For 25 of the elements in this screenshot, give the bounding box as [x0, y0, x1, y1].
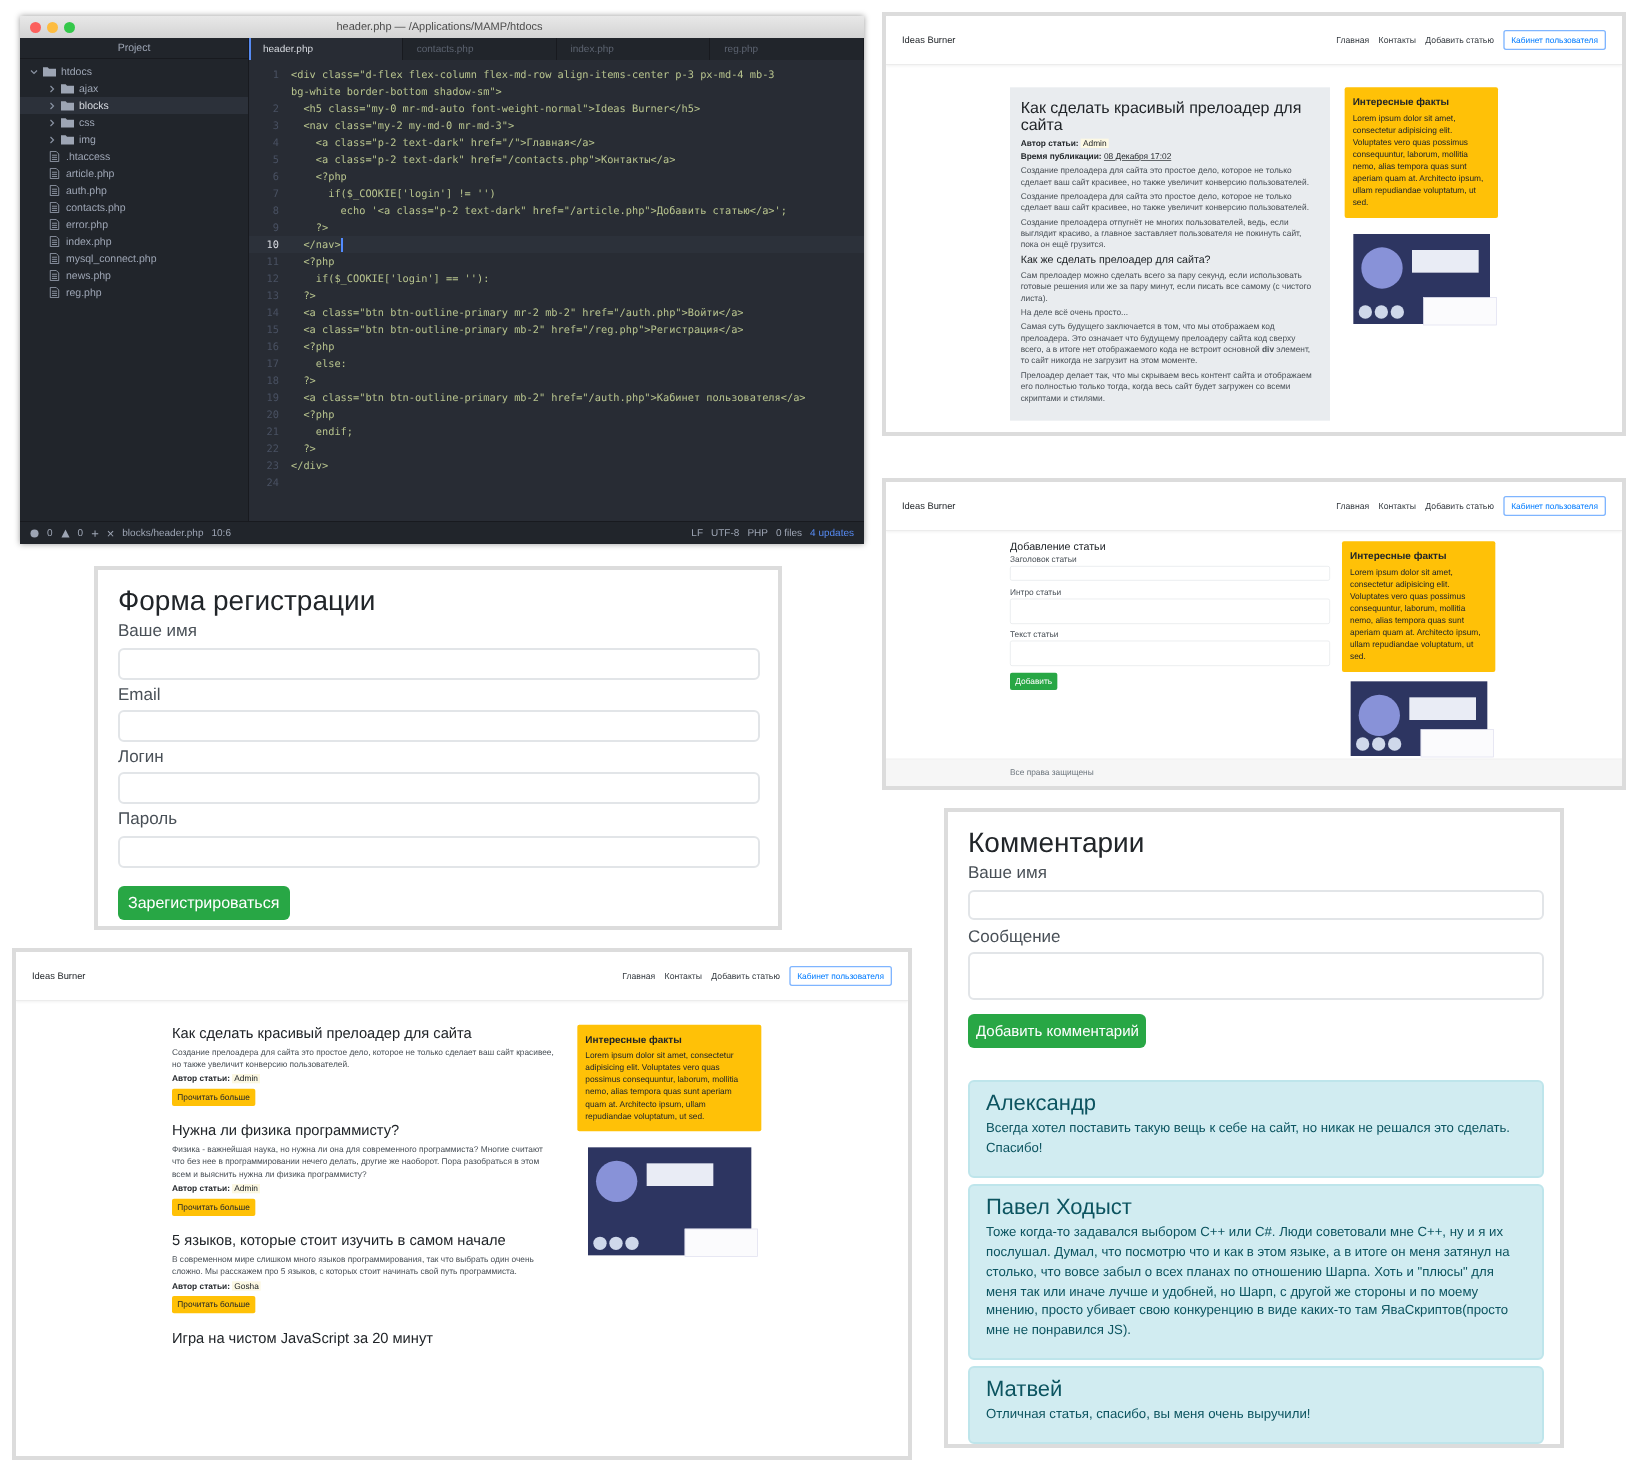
comment-author: Александр — [986, 1092, 1099, 1117]
text-cursor — [340, 237, 343, 252]
comments-title: Комментарии — [968, 828, 1147, 859]
input-field[interactable] — [118, 710, 760, 743]
field-label: Сообщение — [968, 927, 1063, 947]
error-icon[interactable] — [30, 528, 39, 538]
comment-author: Матвей — [986, 1378, 1065, 1403]
input-field[interactable] — [118, 835, 760, 868]
article-title: Как сделать красивый прелоадер для сайта — [1020, 99, 1304, 135]
field-label: Ваше имя — [968, 864, 1049, 884]
input-field[interactable] — [968, 889, 1544, 920]
field-label: Email — [118, 685, 163, 705]
field-label: Ваше имя — [118, 622, 199, 642]
input-field[interactable] — [118, 647, 760, 680]
form-title: Форма регистрации — [118, 586, 378, 617]
message-field[interactable] — [968, 952, 1544, 1001]
course-banner-drawing — [1353, 234, 1490, 324]
comment-author: Павел Ходыст — [986, 1195, 1134, 1220]
minimize-dot-icon[interactable] — [47, 21, 58, 33]
close-dot-icon[interactable] — [30, 21, 41, 33]
zoom-dot-icon[interactable] — [64, 21, 75, 33]
field-label: Пароль — [118, 810, 179, 830]
input-field[interactable] — [118, 772, 760, 805]
field-label: Логин — [118, 748, 166, 767]
warning-icon[interactable] — [60, 528, 70, 538]
